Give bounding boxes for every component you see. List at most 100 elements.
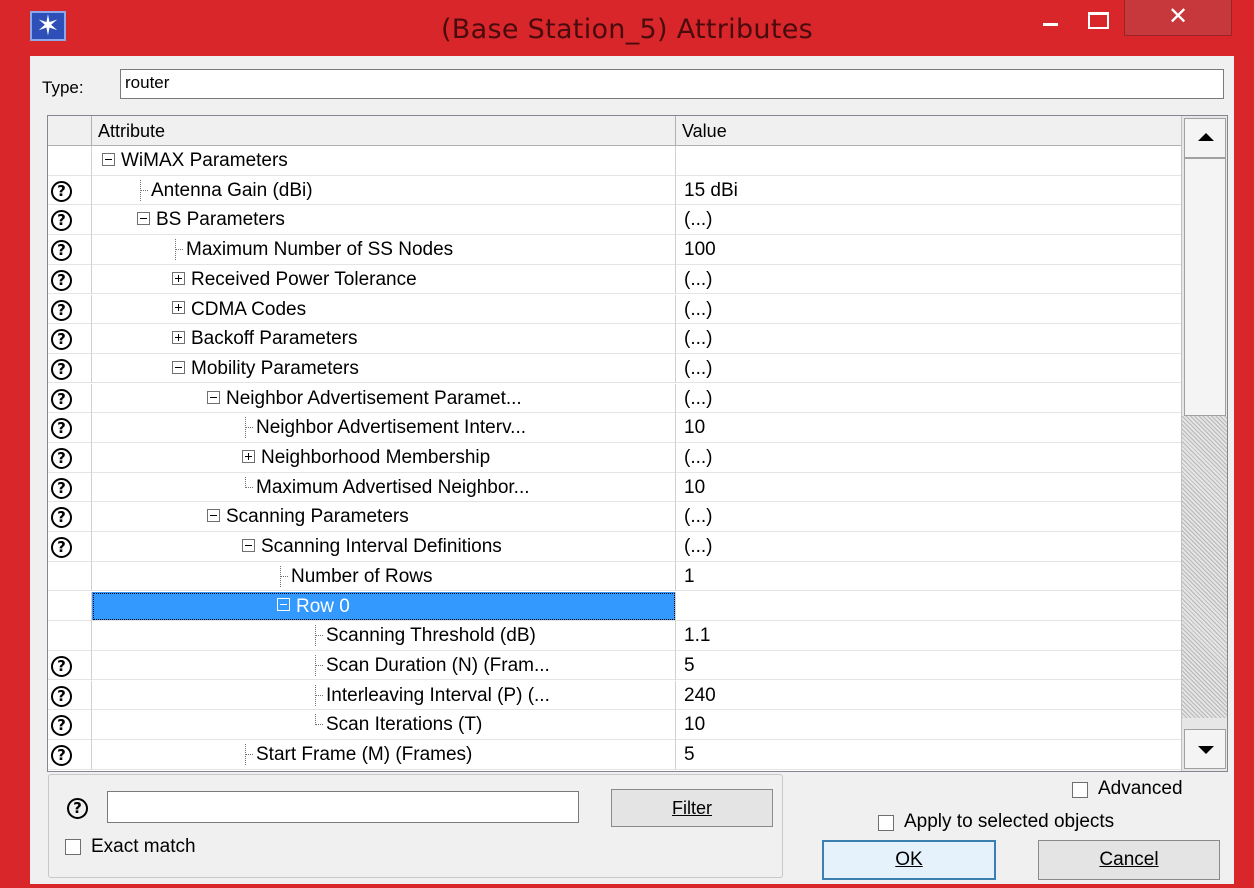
collapse-icon[interactable] <box>102 152 115 166</box>
header-attribute[interactable]: Attribute <box>92 116 676 146</box>
table-row[interactable]: ? Scanning Interval Definitions (...) <box>48 532 1181 562</box>
attribute-value-cell[interactable]: 10 <box>676 710 1181 740</box>
filter-button[interactable]: Filter <box>611 789 773 827</box>
table-row[interactable]: ? Scan Iterations (T) 10 <box>48 710 1181 740</box>
attribute-value-cell[interactable]: 15 dBi <box>676 176 1181 206</box>
maximize-button[interactable] <box>1078 6 1116 34</box>
attribute-value-cell[interactable]: (...) <box>676 324 1181 354</box>
attribute-value-cell[interactable]: 5 <box>676 740 1181 770</box>
scroll-up-button[interactable] <box>1184 118 1226 158</box>
attribute-name-cell[interactable]: WiMAX Parameters <box>92 146 676 176</box>
collapse-icon[interactable] <box>137 212 150 226</box>
type-field[interactable]: router <box>120 69 1224 99</box>
attribute-value-cell[interactable]: 240 <box>676 681 1181 711</box>
scrollbar-thumb[interactable] <box>1184 158 1226 416</box>
attribute-name-cell[interactable]: Row 0 <box>92 591 676 621</box>
help-icon[interactable]: ? <box>51 537 72 559</box>
table-row[interactable]: ? Received Power Tolerance (...) <box>48 264 1181 295</box>
vertical-scrollbar[interactable] <box>1181 116 1227 771</box>
attribute-value-cell[interactable]: 100 <box>676 235 1181 265</box>
collapse-icon[interactable] <box>207 390 220 404</box>
attribute-value-cell[interactable]: (...) <box>676 205 1181 235</box>
expand-icon[interactable] <box>172 301 185 315</box>
table-row[interactable]: ? Scan Duration (N) (Fram... 5 <box>48 650 1181 681</box>
help-icon[interactable]: ? <box>51 210 72 232</box>
table-row[interactable]: ? Neighbor Advertisement Paramet... (...) <box>48 383 1181 414</box>
help-icon[interactable]: ? <box>51 745 72 766</box>
collapse-icon[interactable] <box>172 360 185 374</box>
attribute-value-cell[interactable]: (...) <box>676 354 1181 384</box>
attribute-name-cell[interactable]: Scan Duration (N) (Fram... <box>92 650 676 681</box>
attribute-value-cell[interactable]: 10 <box>676 473 1181 503</box>
attribute-name-cell[interactable]: Maximum Advertised Neighbor... <box>92 472 676 503</box>
attribute-name-cell[interactable]: Maximum Number of SS Nodes <box>92 235 676 265</box>
advanced-checkbox[interactable] <box>1072 782 1088 798</box>
attribute-value-cell[interactable]: (...) <box>676 384 1181 414</box>
attribute-value-cell[interactable]: (...) <box>676 295 1181 324</box>
attribute-name-cell[interactable]: Neighborhood Membership <box>92 443 676 473</box>
help-icon[interactable]: ? <box>51 269 72 291</box>
help-icon[interactable]: ? <box>51 715 72 737</box>
table-row[interactable]: ? Neighborhood Membership (...) <box>48 443 1181 473</box>
help-icon[interactable]: ? <box>51 358 72 380</box>
scrollbar-track[interactable] <box>1182 416 1227 718</box>
attribute-name-cell[interactable]: Scanning Parameters <box>92 502 676 532</box>
attribute-value-cell[interactable]: (...) <box>676 443 1181 473</box>
attribute-name-cell[interactable]: Neighbor Advertisement Paramet... <box>92 383 676 414</box>
attribute-name-cell[interactable]: Mobility Parameters <box>92 353 676 384</box>
attribute-name-cell[interactable]: Backoff Parameters <box>92 324 676 354</box>
attribute-name-cell[interactable]: Neighbor Advertisement Interv... <box>92 413 676 443</box>
help-icon[interactable]: ? <box>51 180 72 202</box>
attribute-value-cell[interactable]: (...) <box>676 532 1181 562</box>
attribute-name-cell[interactable]: Scan Iterations (T) <box>92 710 676 740</box>
attribute-name-cell[interactable]: Scanning Interval Definitions <box>92 532 676 562</box>
attribute-name-cell[interactable]: Number of Rows <box>92 561 676 592</box>
table-row[interactable]: Number of Rows 1 <box>48 561 1181 592</box>
cancel-button[interactable]: Cancel <box>1038 840 1220 880</box>
table-row[interactable]: ? Scanning Parameters (...) <box>48 502 1181 532</box>
close-button[interactable]: ✕ <box>1124 0 1232 36</box>
table-row[interactable]: ? Start Frame (M) (Frames) 5 <box>48 740 1181 770</box>
help-icon[interactable]: ? <box>51 329 72 351</box>
attribute-value-cell[interactable]: 10 <box>676 413 1181 443</box>
help-icon[interactable]: ? <box>51 477 72 499</box>
filter-input[interactable] <box>107 791 579 823</box>
help-icon[interactable]: ? <box>67 798 88 819</box>
attribute-name-cell[interactable]: Antenna Gain (dBi) <box>92 175 676 206</box>
attribute-name-cell[interactable]: Start Frame (M) (Frames) <box>92 740 676 770</box>
expand-icon[interactable] <box>172 271 185 285</box>
help-icon[interactable]: ? <box>51 240 72 262</box>
table-row[interactable]: Scanning Threshold (dB) 1.1 <box>48 621 1181 651</box>
table-row[interactable]: ? Backoff Parameters (...) <box>48 324 1181 354</box>
attribute-name-cell[interactable]: Interleaving Interval (P) (... <box>92 680 676 711</box>
exact-match-checkbox[interactable] <box>65 839 81 855</box>
table-row[interactable]: ? Interleaving Interval (P) (... 240 <box>48 680 1181 711</box>
ok-button[interactable]: OK <box>822 840 996 880</box>
help-icon[interactable]: ? <box>51 418 72 440</box>
collapse-icon[interactable] <box>207 509 220 523</box>
table-row[interactable]: ? Maximum Advertised Neighbor... 10 <box>48 472 1181 503</box>
attribute-value-cell[interactable]: 1.1 <box>676 621 1181 651</box>
expand-icon[interactable] <box>172 331 185 345</box>
help-icon[interactable]: ? <box>51 299 72 321</box>
collapse-icon[interactable] <box>242 539 255 553</box>
table-row[interactable]: Row 0 <box>48 591 1181 621</box>
table-row[interactable]: WiMAX Parameters <box>48 146 1181 176</box>
scroll-down-button[interactable] <box>1184 729 1226 769</box>
table-row[interactable]: ? Mobility Parameters (...) <box>48 353 1181 384</box>
title-bar[interactable]: ✶ (Base Station_5) Attributes ✕ <box>0 0 1254 56</box>
help-icon[interactable]: ? <box>51 448 72 469</box>
table-row[interactable]: ? Maximum Number of SS Nodes 100 <box>48 235 1181 265</box>
help-icon[interactable]: ? <box>51 507 72 529</box>
header-help-column[interactable] <box>48 116 92 146</box>
collapse-icon[interactable] <box>277 598 290 612</box>
header-value[interactable]: Value <box>676 116 1181 146</box>
table-row[interactable]: ? CDMA Codes (...) <box>48 294 1181 324</box>
help-icon[interactable]: ? <box>51 388 72 410</box>
table-row[interactable]: ? Antenna Gain (dBi) 15 dBi <box>48 175 1181 206</box>
attribute-value-cell[interactable]: 1 <box>676 562 1181 592</box>
attribute-value-cell[interactable] <box>676 592 1181 621</box>
attribute-value-cell[interactable]: (...) <box>676 502 1181 532</box>
attribute-value-cell[interactable] <box>676 146 1181 176</box>
table-row[interactable]: ? BS Parameters (...) <box>48 205 1181 235</box>
